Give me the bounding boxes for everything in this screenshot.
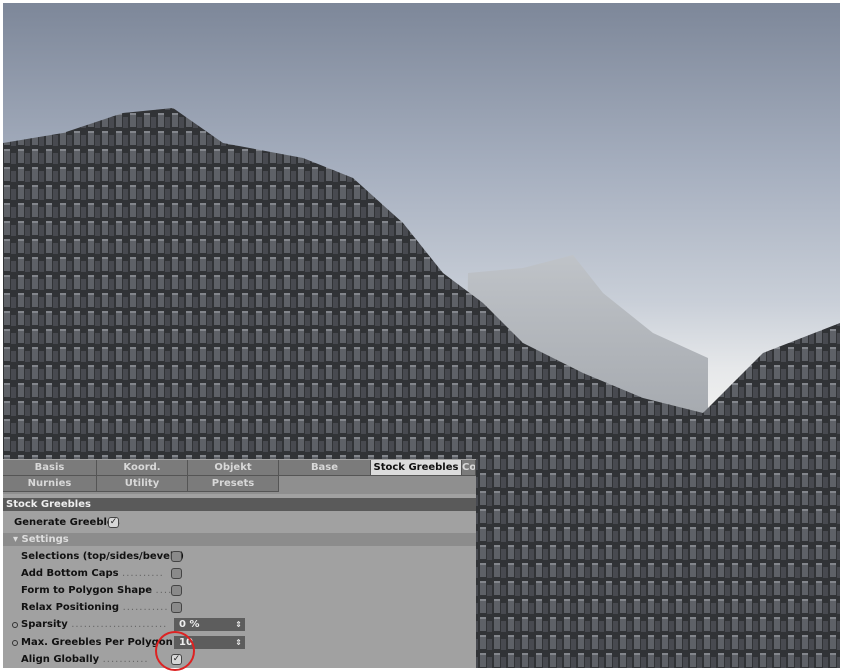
- leader-dots: ...........: [102, 654, 149, 665]
- animation-dot-icon[interactable]: [12, 640, 18, 646]
- spinner-icon[interactable]: ⇕: [235, 636, 242, 649]
- generate-greebles-label: Generate Greebles: [14, 517, 120, 528]
- tab-stock-greebles[interactable]: Stock Greebles: [371, 460, 462, 476]
- add-bottom-caps-checkbox[interactable]: [171, 568, 182, 579]
- animation-dot-icon[interactable]: [12, 622, 18, 628]
- tab-presets[interactable]: Presets: [188, 476, 279, 492]
- tab-base[interactable]: Base: [279, 460, 371, 476]
- tab-nurnies[interactable]: Nurnies: [3, 476, 97, 492]
- generate-greebles-checkbox[interactable]: ✓: [108, 517, 119, 528]
- option-label-text: Form to Polygon Shape: [21, 585, 153, 596]
- align-globally-label: Align Globally ...........: [21, 652, 149, 667]
- relax-positioning-checkbox[interactable]: [171, 602, 182, 613]
- section-title: Stock Greebles: [3, 498, 476, 511]
- leader-dots: .......................: [71, 619, 168, 630]
- leader-dots: ...........: [122, 602, 169, 613]
- settings-group-header[interactable]: ▾ Settings: [3, 533, 476, 546]
- tab-co[interactable]: Co: [462, 460, 476, 476]
- tab-bar: Basis Koord. Objekt Base Stock Greebles …: [3, 460, 476, 494]
- spinner-icon[interactable]: ⇕: [235, 618, 242, 631]
- max-greebles-label: Max. Greebles Per Polygon: [21, 637, 173, 648]
- tab-basis[interactable]: Basis: [3, 460, 97, 476]
- collapse-triangle-icon: ▾: [13, 534, 22, 545]
- option-label: Add Bottom Caps ..........: [21, 566, 164, 581]
- option-label: Selections (top/sides/bevels): [21, 551, 184, 562]
- sparsity-value: 0 %: [179, 619, 200, 630]
- option-label-text: Add Bottom Caps: [21, 568, 119, 579]
- tab-objekt[interactable]: Objekt: [188, 460, 279, 476]
- option-label-text: Relax Positioning: [21, 602, 120, 613]
- sparsity-label-text: Sparsity: [21, 619, 68, 630]
- tab-utility[interactable]: Utility: [97, 476, 188, 492]
- selections-checkbox[interactable]: [171, 551, 182, 562]
- align-globally-label-text: Align Globally: [21, 654, 100, 665]
- tab-koord[interactable]: Koord.: [97, 460, 188, 476]
- checkmark-icon: ✓: [109, 517, 118, 527]
- settings-label: Settings: [21, 534, 69, 545]
- attribute-manager-panel: Basis Koord. Objekt Base Stock Greebles …: [3, 459, 476, 671]
- form-to-polygon-checkbox[interactable]: [171, 585, 182, 596]
- sparsity-label: Sparsity .......................: [21, 617, 167, 632]
- highlight-circle: [155, 631, 195, 671]
- option-label: Relax Positioning ...........: [21, 600, 169, 615]
- leader-dots: ..........: [122, 568, 164, 579]
- sparsity-input[interactable]: 0 % ⇕: [174, 618, 245, 631]
- option-label: Form to Polygon Shape .....: [21, 583, 176, 598]
